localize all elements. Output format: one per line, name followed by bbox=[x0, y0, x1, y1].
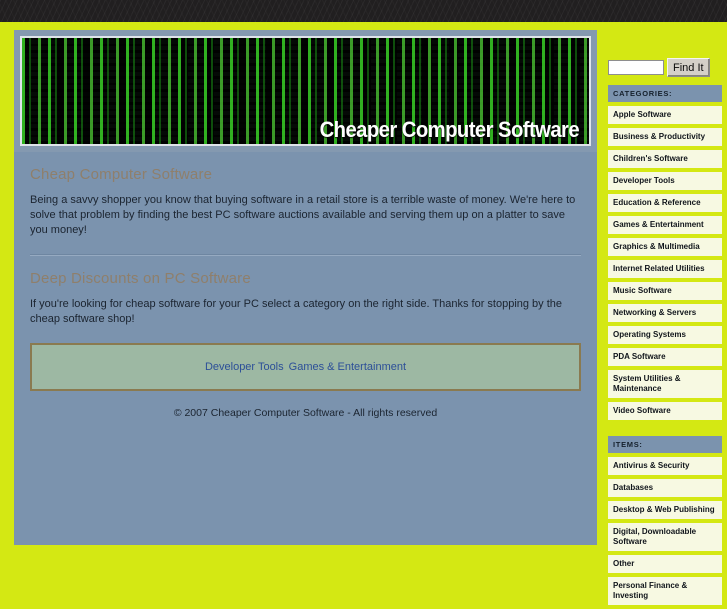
left-column: Cheaper Computer Software Cheap Computer… bbox=[14, 30, 597, 545]
sidebar-category-children-s-software[interactable]: Children's Software bbox=[608, 150, 722, 168]
sidebar-category-apple-software[interactable]: Apple Software bbox=[608, 106, 722, 124]
sidebar-category-system-utilities-maintenance[interactable]: System Utilities & Maintenance bbox=[608, 370, 722, 398]
section-heading-deep-discounts: Deep Discounts on PC Software bbox=[30, 270, 251, 287]
section-divider bbox=[30, 254, 581, 256]
sidebar-category-developer-tools[interactable]: Developer Tools bbox=[608, 172, 722, 190]
sidebar-category-education-reference[interactable]: Education & Reference bbox=[608, 194, 722, 212]
sidebar-items-list: Antivirus & Security Databases Desktop & W… bbox=[608, 457, 722, 605]
sidebar-category-music-software[interactable]: Music Software bbox=[608, 282, 722, 300]
search-input[interactable] bbox=[608, 60, 664, 75]
sidebar-item-digital-downloadable-software[interactable]: Digital, Downloadable Software bbox=[608, 523, 722, 551]
site-banner: Cheaper Computer Software bbox=[14, 30, 597, 152]
promo-link-games-entertainment[interactable]: Games & Entertainment bbox=[289, 361, 406, 373]
page-frame: Cheaper Computer Software Cheap Computer… bbox=[0, 22, 727, 605]
sidebar-category-pda-software[interactable]: PDA Software bbox=[608, 348, 722, 366]
sidebar-item-antivirus-security[interactable]: Antivirus & Security bbox=[608, 457, 722, 475]
sidebar-item-databases[interactable]: Databases bbox=[608, 479, 722, 497]
promo-link-developer-tools[interactable]: Developer Tools bbox=[205, 361, 284, 373]
sidebar-item-personal-finance-investing[interactable]: Personal Finance & Investing bbox=[608, 577, 722, 605]
sidebar-categories-header: CATEGORIES: bbox=[608, 85, 722, 102]
sidebar-item-desktop-web-publishing[interactable]: Desktop & Web Publishing bbox=[608, 501, 722, 519]
search-row: Find It bbox=[608, 58, 722, 77]
sidebar-category-video-software[interactable]: Video Software bbox=[608, 402, 722, 420]
copyright-footer: © 2007 Cheaper Computer Software - All r… bbox=[173, 407, 438, 419]
sidebar-category-games-entertainment[interactable]: Games & Entertainment bbox=[608, 216, 722, 234]
sidebar: Find It CATEGORIES: Apple Software Busine… bbox=[608, 58, 722, 609]
sidebar-item-other[interactable]: Other bbox=[608, 555, 722, 573]
find-it-button[interactable]: Find It bbox=[667, 58, 710, 77]
sidebar-category-graphics-multimedia[interactable]: Graphics & Multimedia bbox=[608, 238, 722, 256]
sidebar-category-networking-servers[interactable]: Networking & Servers bbox=[608, 304, 722, 322]
top-header-strip bbox=[0, 0, 727, 22]
sidebar-items-header: ITEMS: bbox=[608, 436, 722, 453]
sidebar-category-operating-systems[interactable]: Operating Systems bbox=[608, 326, 722, 344]
sidebar-categories-list: Apple Software Business & Productivity Chi… bbox=[608, 106, 722, 420]
section-body-cheap-computer-software: Being a savvy shopper you know that buyi… bbox=[30, 194, 576, 236]
section-heading-cheap-computer-software: Cheap Computer Software bbox=[30, 166, 213, 183]
section-body-deep-discounts: If you're looking for cheap software for… bbox=[30, 298, 563, 325]
banner-title: Cheaper Computer Software bbox=[319, 117, 580, 142]
promo-links-box: Developer Tools Games & Entertainment bbox=[30, 343, 581, 391]
main-content-panel: Cheap Computer Software Being a savvy sh… bbox=[14, 152, 597, 545]
sidebar-category-business-productivity[interactable]: Business & Productivity bbox=[608, 128, 722, 146]
banner-inner-border: Cheaper Computer Software bbox=[20, 36, 591, 146]
sidebar-category-internet-related-utilities[interactable]: Internet Related Utilities bbox=[608, 260, 722, 278]
